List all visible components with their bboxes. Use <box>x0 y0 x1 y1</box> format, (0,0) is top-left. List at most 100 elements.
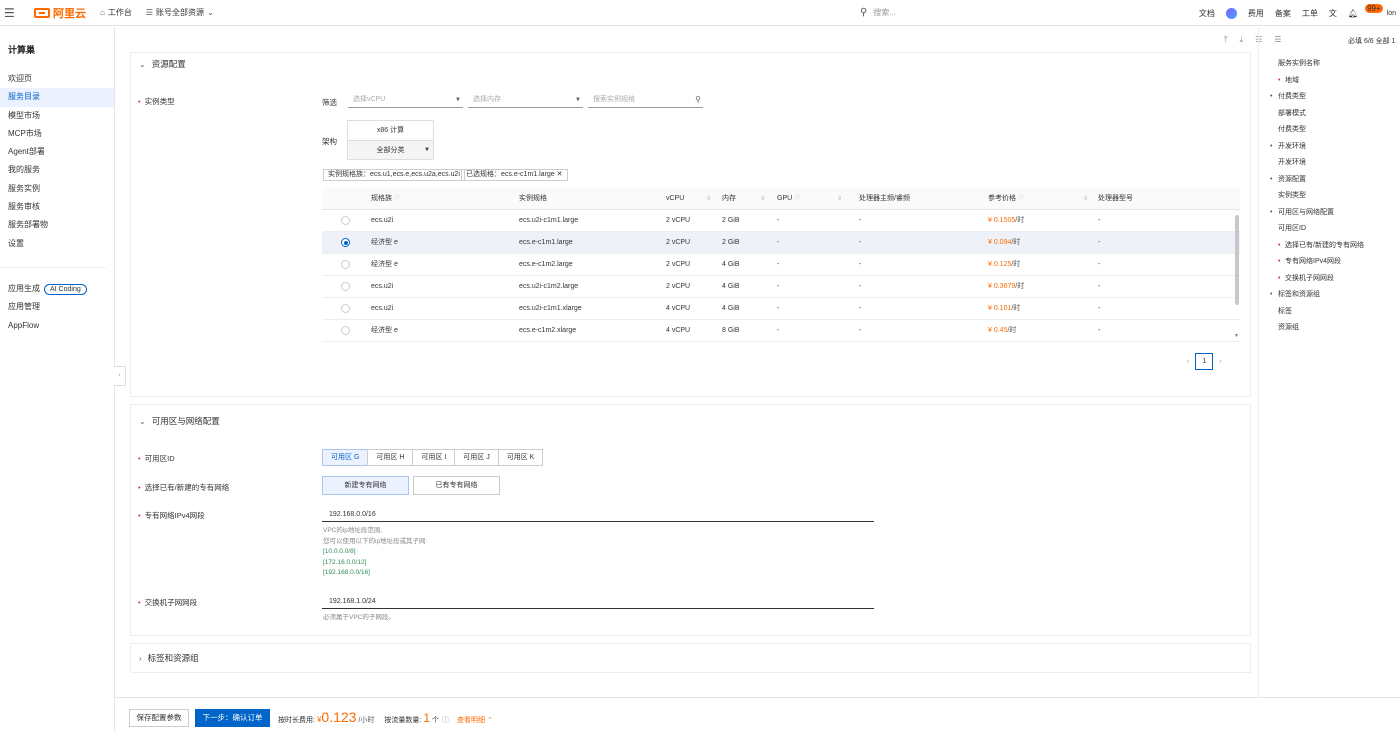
user-name[interactable]: lon <box>1387 10 1396 17</box>
col-price[interactable]: 参考价格 ⓘ ⇕ <box>988 188 1088 210</box>
anchor-nav-item[interactable]: 开发环境 <box>1262 139 1400 156</box>
scroll-top-icon[interactable]: ⤒ <box>1224 35 1228 45</box>
sidebar-item-service-instances[interactable]: 服务实例 <box>0 180 114 198</box>
sidebar-item-catalog[interactable]: 服务目录 <box>0 88 114 107</box>
row-radio[interactable] <box>341 326 350 335</box>
existing-vpc-button[interactable]: 已有专有网络 <box>413 476 500 495</box>
anchor-nav-item[interactable]: 实例类型 <box>1262 188 1400 205</box>
save-config-button[interactable]: 保存配置参数 <box>129 709 189 727</box>
sidebar-item-model-market[interactable]: 模型市场 <box>0 107 114 125</box>
sidebar-item-appflow[interactable]: AppFlow <box>0 317 114 335</box>
row-radio[interactable] <box>341 282 350 291</box>
anchor-nav-item[interactable]: 资源配置 <box>1262 172 1400 189</box>
cidr-option[interactable]: [172.16.0.0/12] <box>323 558 427 569</box>
workbench-link[interactable]: ⌂ 工作台 <box>100 7 132 18</box>
bell-icon[interactable]: 🔔︎ <box>1348 9 1358 18</box>
cidr-option[interactable]: [10.0.0.0/8] <box>323 547 427 558</box>
sidebar-item-app-manage[interactable]: 应用管理 <box>0 298 114 316</box>
billing-link[interactable]: 费用 <box>1248 8 1264 19</box>
sort-icon[interactable]: ⇕ <box>837 188 842 210</box>
help-icon[interactable]: ⓘ <box>442 715 449 725</box>
sidebar-item-my-services[interactable]: 我的服务 <box>0 161 114 179</box>
scroll-bottom-icon[interactable]: ⤓ <box>1240 35 1244 45</box>
anchor-nav-item[interactable]: 交换机子网网段 <box>1262 271 1400 288</box>
prev-page-icon[interactable]: ‹ <box>1187 358 1189 365</box>
row-radio[interactable] <box>341 260 350 269</box>
anchor-nav-item[interactable]: 地域 <box>1262 73 1400 90</box>
anchor-nav-item[interactable]: 可用区与网络配置 <box>1262 205 1400 222</box>
global-search[interactable]: ⚲ 搜索... <box>860 4 1214 21</box>
vcpu-select[interactable]: 选择vCPU ▼ <box>348 94 463 108</box>
row-radio[interactable] <box>341 216 350 225</box>
fee-detail-link[interactable]: 查看明细 ⌃ <box>457 715 493 725</box>
table-row[interactable]: ecs.u2i ecs.u2i-c1m1.xlarge 4 vCPU 4 GiB - - -… <box>322 298 1240 320</box>
col-gpu[interactable]: GPU ⓘ ⇕ <box>777 188 842 210</box>
sidebar-item-artifacts[interactable]: 服务部署物 <box>0 216 114 234</box>
zone-option-i[interactable]: 可用区 I <box>412 449 456 466</box>
list-view-icon[interactable]: ☰ <box>1274 35 1281 45</box>
ai-coding-pill[interactable]: AI Coding <box>44 283 87 295</box>
table-row[interactable]: ecs.u2i ecs.u2i-c1m2.large 2 vCPU 4 GiB - - - ¥… <box>322 276 1240 298</box>
anchor-nav-item[interactable]: 标签和资源组 <box>1262 287 1400 304</box>
zone-option-j[interactable]: 可用区 J <box>454 449 499 466</box>
row-radio[interactable] <box>341 304 350 313</box>
account-scope-dropdown[interactable]: ☰ 账号全部资源 ⌄ <box>146 7 217 18</box>
scroll-down-icon[interactable]: ▼ <box>1234 333 1239 339</box>
anchor-nav-item[interactable]: 可用区ID <box>1262 221 1400 238</box>
translate-icon[interactable]: 文 <box>1329 8 1337 19</box>
next-page-icon[interactable]: › <box>1219 358 1221 365</box>
sidebar-item-settings[interactable]: 设置 <box>0 235 114 253</box>
sort-icon[interactable]: ⇕ <box>1083 188 1088 210</box>
table-row[interactable]: 经济型 e ecs.e-c1m2.large 2 vCPU 4 GiB - - - ¥ 0.1… <box>322 254 1240 276</box>
anchor-nav-item[interactable]: 开发环境 <box>1262 155 1400 172</box>
cidr-option[interactable]: [192.168.0.0/16] <box>323 568 427 579</box>
cidr-input[interactable]: 192.168.0.0/16 <box>322 509 874 522</box>
anchor-nav-item[interactable]: 付费类型 <box>1262 122 1400 139</box>
anchor-nav-item[interactable]: 部署模式 <box>1262 106 1400 123</box>
zone-option-k[interactable]: 可用区 K <box>497 449 544 466</box>
table-row[interactable]: ecs.u2i ecs.u2i-c1m1.large 2 vCPU 2 GiB - - - ¥… <box>322 210 1240 232</box>
row-radio[interactable] <box>341 238 350 247</box>
table-row[interactable]: 经济型 e ecs.e-c1m2.xlarge 4 vCPU 8 GiB - - - ¥ 0.… <box>322 320 1240 342</box>
docs-link[interactable]: 文档 <box>1199 8 1215 19</box>
sidebar-item-agent-deploy[interactable]: Agent部署 <box>0 143 114 161</box>
aliyun-logo[interactable]: 阿里云 <box>34 5 86 21</box>
table-scrollbar[interactable] <box>1235 215 1239 305</box>
anchor-nav-item[interactable]: 专有网络IPv4网段 <box>1262 254 1400 271</box>
zone-option-g[interactable]: 可用区 G <box>322 449 369 466</box>
ai-assistant-icon[interactable] <box>1225 7 1237 19</box>
resource-section-header[interactable]: ⌄ 资源配置 <box>131 53 1250 75</box>
ticket-link[interactable]: 工单 <box>1302 8 1318 19</box>
sort-icon[interactable]: ⇕ <box>760 188 765 210</box>
col-family[interactable]: 规格族 ⓘ <box>371 188 400 210</box>
icp-link[interactable]: 备案 <box>1275 8 1291 19</box>
tags-section-header[interactable]: › 标签和资源组 <box>131 644 1250 672</box>
new-vpc-button[interactable]: 新建专有网络 <box>322 476 409 495</box>
arch-category-select[interactable]: 全部分类 ▼ <box>348 140 433 159</box>
menu-icon[interactable]: ☰ <box>4 6 24 20</box>
col-memory[interactable]: 内存 ⇕ <box>722 188 765 210</box>
sidebar-item-app-gen[interactable]: 应用生成 AI Coding <box>0 280 114 298</box>
anchor-nav-item[interactable]: 付费类型 <box>1262 89 1400 106</box>
sort-icon[interactable]: ⇕ <box>706 188 711 210</box>
sidebar-item-welcome[interactable]: 欢迎页 <box>0 70 114 88</box>
table-row[interactable]: 经济型 e ecs.e-c1m1.large 2 vCPU 2 GiB - - - ¥ 0.0… <box>322 232 1240 254</box>
arch-option-x86[interactable]: x86 计算 <box>348 121 433 140</box>
zone-option-h[interactable]: 可用区 H <box>367 449 414 466</box>
sidebar-item-mcp-market[interactable]: MCP市场 <box>0 125 114 143</box>
zone-section-header[interactable]: ⌄ 可用区与网络配置 <box>131 405 1250 437</box>
search-input[interactable]: 搜索... <box>873 7 896 18</box>
close-icon[interactable]: ✕ <box>557 171 563 178</box>
page-number[interactable]: 1 <box>1195 353 1214 370</box>
anchor-nav-item[interactable]: 服务实例名称 <box>1262 56 1400 73</box>
sidebar-item-service-review[interactable]: 服务审核 <box>0 198 114 216</box>
next-step-button[interactable]: 下一步：确认订单 <box>195 709 270 727</box>
memory-select[interactable]: 选择内存 ▼ <box>468 94 583 108</box>
selected-spec-tag[interactable]: 已选规格：ecs.e-c1m1.large ✕ <box>461 169 568 181</box>
anchor-nav-item[interactable]: 资源组 <box>1262 320 1400 337</box>
sidebar-collapse-button[interactable]: ‹ <box>114 366 126 386</box>
spec-search-input[interactable]: 搜索实例规格 ⚲ <box>588 94 703 108</box>
col-vcpu[interactable]: vCPU ⇕ <box>666 188 711 210</box>
vsw-cidr-input[interactable]: 192.168.1.0/24 <box>322 596 874 609</box>
anchor-nav-item[interactable]: 标签 <box>1262 304 1400 321</box>
